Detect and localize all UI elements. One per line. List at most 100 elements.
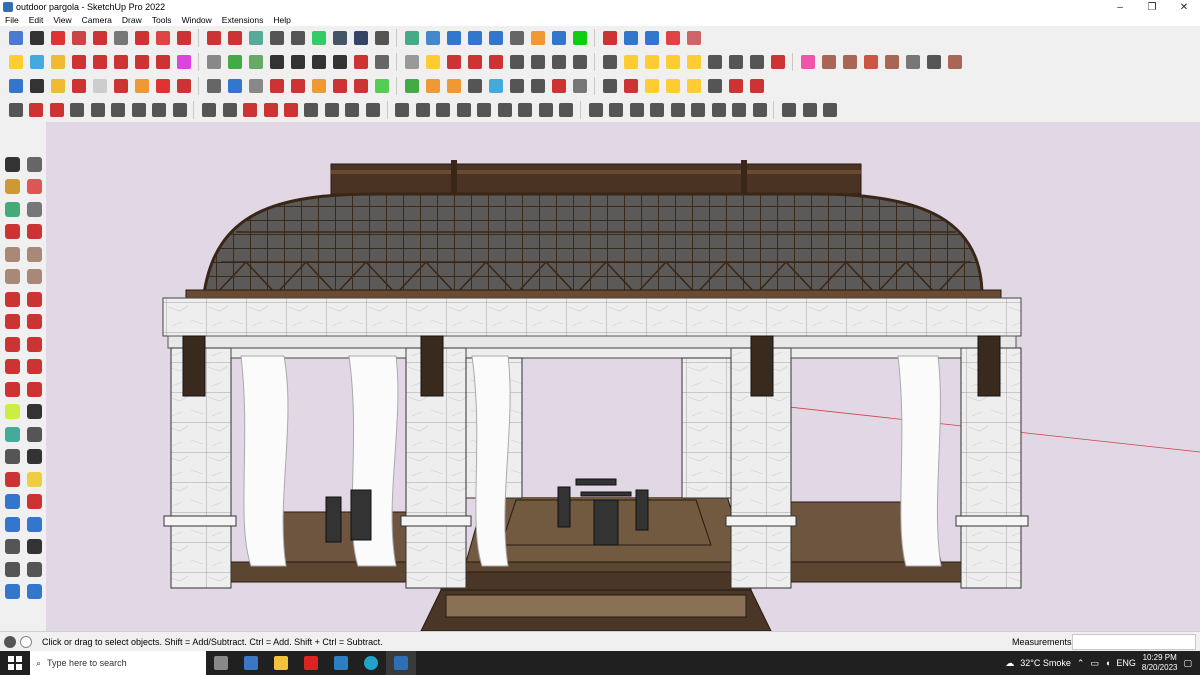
row4-tool-icon[interactable]	[149, 100, 168, 120]
left-tool-icon[interactable]	[1, 536, 23, 559]
left-tool-icon[interactable]	[1, 266, 23, 289]
row4-tool-icon[interactable]	[627, 100, 646, 120]
menu-extensions[interactable]: Extensions	[217, 15, 269, 25]
row2-tool-icon[interactable]	[111, 52, 131, 72]
left-tool-icon[interactable]	[1, 558, 23, 581]
row2-tool-icon[interactable]	[204, 52, 224, 72]
menu-view[interactable]: View	[48, 15, 76, 25]
row3-tool-icon[interactable]	[528, 76, 548, 96]
row1-tool-icon[interactable]	[267, 28, 287, 48]
weather-icon[interactable]: ☁	[1005, 658, 1014, 669]
row2-tool-icon[interactable]	[402, 52, 422, 72]
row4-tool-icon[interactable]	[170, 100, 189, 120]
sketchup-taskbar-icon[interactable]	[386, 651, 416, 675]
left-tool-icon[interactable]	[23, 513, 45, 536]
row1-tool-icon[interactable]	[246, 28, 266, 48]
row2-tool-icon[interactable]	[267, 52, 287, 72]
maximize-button[interactable]: ❐	[1136, 2, 1168, 13]
left-tool-icon[interactable]	[23, 333, 45, 356]
language-indicator[interactable]: ENG	[1116, 658, 1136, 668]
row3-tool-icon[interactable]	[90, 76, 110, 96]
row2-tool-icon[interactable]	[465, 52, 485, 72]
left-tool-icon[interactable]	[1, 243, 23, 266]
row1-tool-icon[interactable]	[6, 28, 26, 48]
row4-tool-icon[interactable]	[750, 100, 769, 120]
left-tool-icon[interactable]	[1, 446, 23, 469]
menu-tools[interactable]: Tools	[147, 15, 177, 25]
row2-tool-icon[interactable]	[486, 52, 506, 72]
left-tool-icon[interactable]	[1, 153, 23, 176]
row2-tool-icon[interactable]	[90, 52, 110, 72]
row2-tool-icon[interactable]	[726, 52, 746, 72]
notification-icon[interactable]: ▢	[1183, 658, 1192, 669]
row4-tool-icon[interactable]	[302, 100, 321, 120]
menu-edit[interactable]: Edit	[24, 15, 49, 25]
row1-tool-icon[interactable]	[330, 28, 350, 48]
row1-tool-icon[interactable]	[111, 28, 131, 48]
left-tool-icon[interactable]	[1, 401, 23, 424]
row2-tool-icon[interactable]	[225, 52, 245, 72]
row3-tool-icon[interactable]	[174, 76, 194, 96]
row4-tool-icon[interactable]	[261, 100, 280, 120]
row1-tool-icon[interactable]	[153, 28, 173, 48]
row3-tool-icon[interactable]	[726, 76, 746, 96]
row3-tool-icon[interactable]	[267, 76, 287, 96]
row4-tool-icon[interactable]	[129, 100, 148, 120]
row1-tool-icon[interactable]	[69, 28, 89, 48]
row4-tool-icon[interactable]	[47, 100, 66, 120]
row4-tool-icon[interactable]	[363, 100, 382, 120]
row4-tool-icon[interactable]	[557, 100, 576, 120]
row4-tool-icon[interactable]	[688, 100, 707, 120]
row1-tool-icon[interactable]	[204, 28, 224, 48]
network-icon[interactable]: ▭	[1090, 658, 1099, 669]
row1-tool-icon[interactable]	[507, 28, 527, 48]
photoshop-app-icon[interactable]	[326, 651, 356, 675]
row2-tool-icon[interactable]	[309, 52, 329, 72]
row1-tool-icon[interactable]	[444, 28, 464, 48]
row2-tool-icon[interactable]	[330, 52, 350, 72]
left-tool-icon[interactable]	[1, 221, 23, 244]
menu-camera[interactable]: Camera	[77, 15, 117, 25]
row3-tool-icon[interactable]	[132, 76, 152, 96]
left-tool-icon[interactable]	[23, 311, 45, 334]
row4-tool-icon[interactable]	[434, 100, 453, 120]
row3-tool-icon[interactable]	[288, 76, 308, 96]
row2-tool-icon[interactable]	[507, 52, 527, 72]
task-view-icon[interactable]	[206, 651, 236, 675]
weather-text[interactable]: 32°C Smoke	[1020, 658, 1071, 668]
row4-tool-icon[interactable]	[606, 100, 625, 120]
row3-tool-icon[interactable]	[309, 76, 329, 96]
left-tool-icon[interactable]	[23, 401, 45, 424]
row2-tool-icon[interactable]	[945, 52, 965, 72]
info-icon[interactable]	[20, 635, 32, 648]
row2-tool-icon[interactable]	[684, 52, 704, 72]
row4-tool-icon[interactable]	[240, 100, 259, 120]
chevron-up-icon[interactable]: ⌃	[1077, 658, 1085, 669]
row1-tool-icon[interactable]	[90, 28, 110, 48]
left-tool-icon[interactable]	[23, 491, 45, 514]
row2-tool-icon[interactable]	[288, 52, 308, 72]
menu-file[interactable]: File	[0, 15, 24, 25]
row3-tool-icon[interactable]	[507, 76, 527, 96]
row2-tool-icon[interactable]	[6, 52, 26, 72]
row1-tool-icon[interactable]	[309, 28, 329, 48]
left-tool-icon[interactable]	[23, 356, 45, 379]
start-button[interactable]	[0, 651, 30, 675]
menu-help[interactable]: Help	[268, 15, 295, 25]
row3-tool-icon[interactable]	[69, 76, 89, 96]
row2-tool-icon[interactable]	[174, 52, 194, 72]
left-tool-icon[interactable]	[23, 468, 45, 491]
row3-tool-icon[interactable]	[444, 76, 464, 96]
left-tool-icon[interactable]	[1, 311, 23, 334]
row3-tool-icon[interactable]	[402, 76, 422, 96]
row1-tool-icon[interactable]	[372, 28, 392, 48]
row4-tool-icon[interactable]	[495, 100, 514, 120]
row1-tool-icon[interactable]	[663, 28, 683, 48]
row3-tool-icon[interactable]	[621, 76, 641, 96]
row4-tool-icon[interactable]	[281, 100, 300, 120]
row2-tool-icon[interactable]	[840, 52, 860, 72]
minimize-button[interactable]: –	[1104, 2, 1136, 13]
row1-tool-icon[interactable]	[351, 28, 371, 48]
left-tool-icon[interactable]	[1, 378, 23, 401]
left-tool-icon[interactable]	[23, 536, 45, 559]
